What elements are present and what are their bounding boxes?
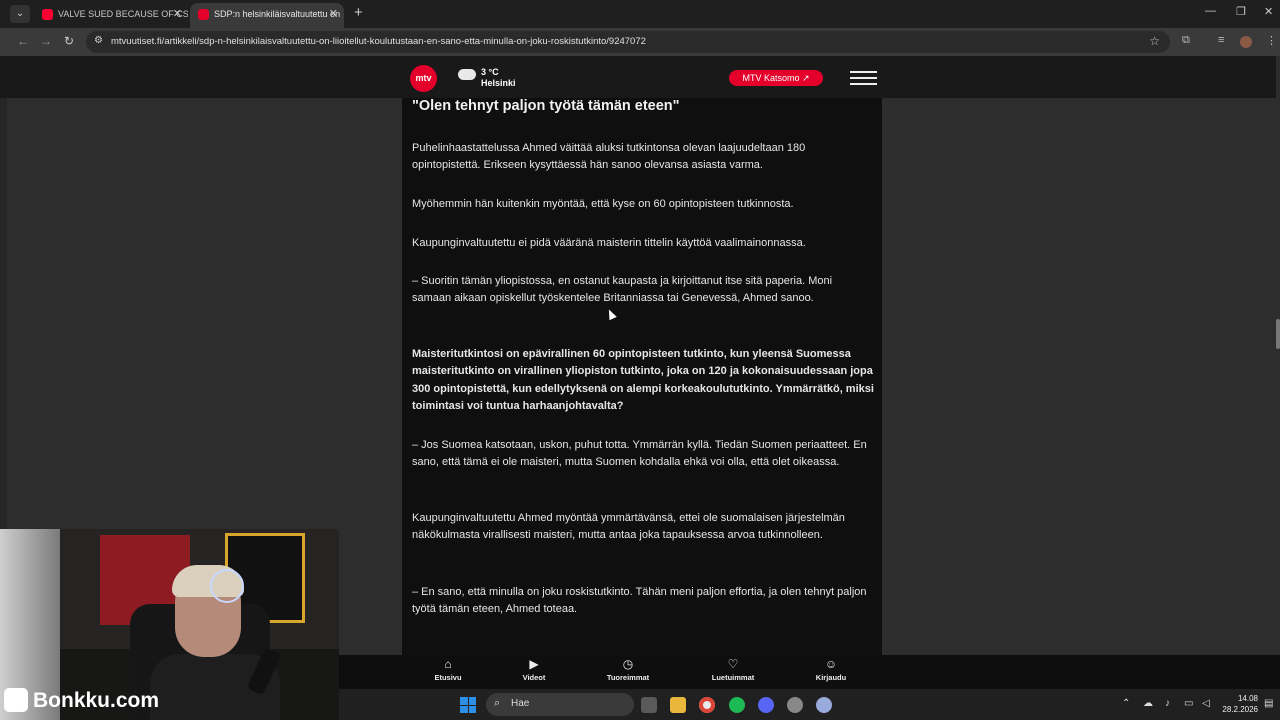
weather-temp: 3 °C [481, 67, 499, 77]
notifications-icon[interactable]: ▤ [1264, 698, 1273, 709]
clock-date: 28.2.2026 [1222, 705, 1258, 714]
home-icon: ⌂ [444, 657, 452, 671]
address-bar[interactable]: ⚙ mtvuutiset.fi/artikkeli/sdp-n-helsinki… [86, 31, 1170, 53]
maximize-icon[interactable]: ❐ [1236, 5, 1246, 18]
menu-kebab-icon[interactable]: ⋮ [1266, 34, 1277, 47]
hamburger-menu-icon[interactable] [850, 71, 877, 85]
close-window-icon[interactable]: ✕ [1264, 5, 1273, 18]
new-tab-button[interactable]: + [354, 4, 363, 21]
tab-list-button[interactable]: ⌄ [10, 5, 30, 23]
extensions-icon[interactable]: ⧉ [1182, 34, 1190, 47]
minimize-icon[interactable]: — [1205, 5, 1216, 17]
cloud-icon [458, 69, 476, 80]
bonkku-logo-icon [4, 688, 28, 712]
chrome-icon[interactable] [699, 697, 715, 713]
page-scrollbar[interactable] [1276, 56, 1280, 689]
clock-time: 14.08 [1237, 694, 1258, 703]
network-icon[interactable]: ▭ [1184, 698, 1193, 709]
nav-label: Tuoreimmat [606, 673, 650, 682]
tab-valve[interactable]: VALVE SUED BECAUSE OF CS2 ✕ [34, 3, 188, 28]
nav-label: Etusivu [434, 673, 462, 682]
nav-etusivu[interactable]: ⌂ Etusivu [413, 655, 483, 682]
app-icon[interactable] [816, 697, 832, 713]
heart-icon: ♡ [727, 657, 739, 671]
user-icon: ☺ [824, 657, 838, 671]
paragraph: Kaupunginvaltuutettu Ahmed myöntää ymmär… [412, 512, 845, 542]
back-icon[interactable]: ← [17, 34, 29, 48]
clock-icon: ◷ [622, 657, 634, 671]
tray-app-icon[interactable]: ☁ [1143, 698, 1153, 709]
nav-kirjaudu[interactable]: ☺ Kirjaudu [796, 655, 866, 682]
nav-label: Luetuimmat [711, 673, 755, 682]
article-body: "Olen tehnyt paljon työtä tämän eteen" P… [402, 98, 882, 689]
taskbar-search[interactable]: ⌕ Hae [486, 693, 634, 716]
tab-mtv[interactable]: SDP:n helsinkiläisvaltuutettu on ✕ [190, 3, 344, 28]
browser-toolbar: ← → ↻ ⚙ mtvuutiset.fi/artikkeli/sdp-n-he… [0, 28, 1280, 56]
mtv-katsomo-button[interactable]: MTV Katsomo ↗ [729, 70, 823, 86]
tab-title: SDP:n helsinkiläisvaltuutettu on [214, 9, 341, 19]
paragraph: – Jos Suomea katsotaan, uskon, puhut tot… [412, 439, 867, 469]
profile-avatar[interactable] [1240, 36, 1252, 48]
paragraph: Myöhemmin hän kuitenkin myöntää, että ky… [412, 198, 794, 210]
nav-label: Kirjaudu [815, 673, 847, 682]
microphone-icon[interactable]: ♪ [1165, 698, 1170, 709]
windows-start-icon[interactable] [460, 697, 476, 713]
question-paragraph: Maisteritutkintosi on epävirallinen 60 o… [412, 348, 874, 413]
site-header: mtv 3 °C Helsinki MTV Katsomo ↗ [0, 56, 1280, 98]
taskbar-clock[interactable]: 14.08 28.2.2026 [1218, 693, 1258, 715]
play-icon: ▶ [529, 657, 539, 671]
headphones-icon [210, 569, 244, 603]
forward-icon[interactable]: → [40, 34, 52, 48]
youtube-favicon-icon [42, 9, 53, 20]
spotify-icon[interactable] [729, 697, 745, 713]
paragraph: Kaupunginvaltuutettu ei pidä vääränä mai… [412, 237, 806, 249]
mtv-favicon-icon [198, 9, 209, 20]
tab-close-icon[interactable]: ✕ [173, 3, 182, 25]
nav-luetuimmat[interactable]: ♡ Luetuimmat [698, 655, 768, 682]
search-icon: ⌕ [494, 697, 501, 709]
url-text[interactable]: mtvuutiset.fi/artikkeli/sdp-n-helsinkila… [111, 36, 646, 47]
paragraph: – Suoritin tämän yliopistossa, en ostanu… [412, 275, 833, 305]
mtv-logo[interactable]: mtv [410, 65, 437, 92]
paragraph: Puhelinhaastattelussa Ahmed väittää aluk… [412, 142, 806, 172]
discord-icon[interactable] [758, 697, 774, 713]
search-placeholder: Hae [511, 698, 530, 709]
task-view-icon[interactable] [641, 697, 657, 713]
file-explorer-icon[interactable] [670, 697, 686, 713]
site-info-icon[interactable]: ⚙ [94, 35, 103, 46]
reload-icon[interactable]: ↻ [64, 34, 74, 48]
article-subheading: "Olen tehnyt paljon työtä tämän eteen" [412, 98, 680, 114]
bonkku-watermark: Bonkku.com [33, 689, 160, 712]
bookmark-star-icon[interactable]: ☆ [1149, 34, 1160, 48]
nav-videot[interactable]: ▶ Videot [499, 655, 569, 682]
obs-icon[interactable] [787, 697, 803, 713]
scrollbar-thumb[interactable] [1276, 319, 1280, 349]
browser-tab-bar: ⌄ VALVE SUED BECAUSE OF CS2 ✕ SDP:n hels… [0, 0, 1280, 28]
nav-label: Videot [522, 673, 546, 682]
tray-chevron-icon[interactable]: ⌃ [1122, 698, 1130, 709]
tab-close-icon[interactable]: ✕ [329, 3, 338, 25]
nav-tuoreimmat[interactable]: ◷ Tuoreimmat [593, 655, 663, 682]
tab-title: VALVE SUED BECAUSE OF CS2 [58, 9, 188, 19]
weather-city: Helsinki [481, 78, 516, 88]
reading-list-icon[interactable]: ≡ [1218, 34, 1224, 46]
volume-icon[interactable]: ◁ [1202, 698, 1210, 709]
paragraph: – En sano, että minulla on joku roskistu… [412, 586, 867, 616]
